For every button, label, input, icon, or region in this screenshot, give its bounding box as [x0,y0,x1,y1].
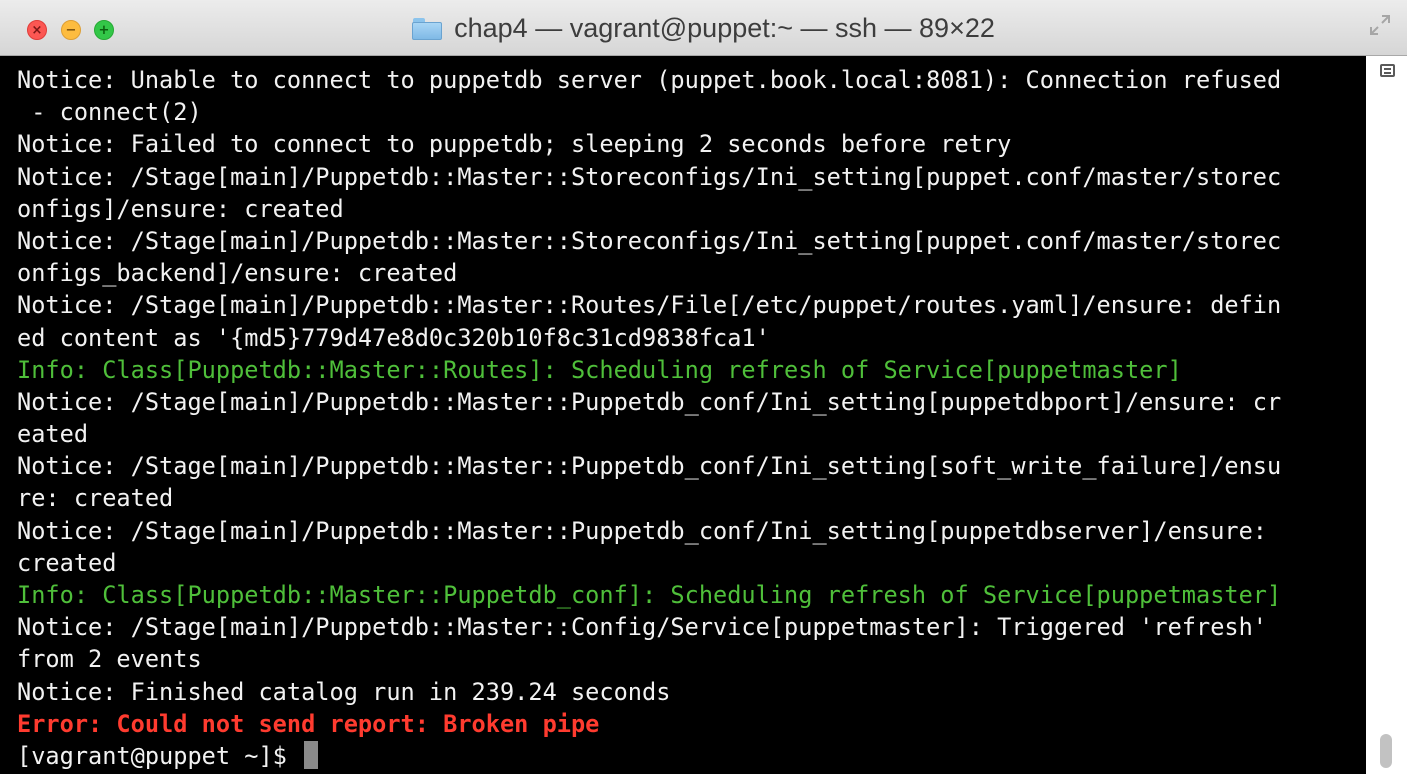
info-line: Info: Class[Puppetdb::Master::Routes]: S… [17,355,1182,384]
shell-prompt: [vagrant@puppet ~]$ [17,741,302,770]
notice-line: eated [17,420,89,449]
notice-line: Notice: Finished catalog run in 239.24 s… [17,677,671,706]
notice-line: onfigs]/ensure: created [17,194,344,223]
notice-line: Notice: /Stage[main]/Puppetdb::Master::C… [17,613,1268,642]
folder-icon [412,18,443,40]
notice-line: Notice: /Stage[main]/Puppetdb::Master::P… [17,516,1268,545]
text-cursor [304,740,319,769]
terminal-output[interactable]: Notice: Unable to connect to puppetdb se… [0,56,1366,774]
notice-line: from 2 events [17,645,202,674]
notice-line: re: created [17,484,174,513]
notice-line: Notice: /Stage[main]/Puppetdb::Master::S… [17,226,1282,255]
prompt-line[interactable]: [vagrant@puppet ~]$ [17,740,1366,772]
notice-line: Notice: /Stage[main]/Puppetdb::Master::S… [17,162,1282,191]
title-bar[interactable]: × − + chap4 — vagrant@puppet:~ — ssh — 8… [0,0,1407,56]
error-line: Error: Could not send report: Broken pip… [17,709,600,738]
fullscreen-arrows-icon[interactable] [1369,14,1391,36]
terminal-window: × − + chap4 — vagrant@puppet:~ — ssh — 8… [0,0,1407,774]
info-line: Info: Class[Puppetdb::Master::Puppetdb_c… [17,581,1282,609]
window-title: chap4 — vagrant@puppet:~ — ssh — 89×22 [454,12,995,43]
notice-line: Notice: /Stage[main]/Puppetdb::Master::R… [17,291,1282,320]
notice-line: onfigs_backend]/ensure: created [17,259,458,288]
notice-line: Notice: /Stage[main]/Puppetdb::Master::P… [17,452,1282,481]
window-title-group: chap4 — vagrant@puppet:~ — ssh — 89×22 [0,0,1407,56]
scrollbar[interactable] [1366,56,1407,774]
notice-line: created [17,548,117,577]
scrollbar-thumb[interactable] [1380,734,1392,768]
scrollback-list-icon[interactable] [1380,64,1395,77]
notice-line: Notice: /Stage[main]/Puppetdb::Master::P… [17,387,1282,416]
notice-line: ed content as '{md5}779d47e8d0c320b10f8c… [17,323,770,352]
notice-line: Notice: Unable to connect to puppetdb se… [17,66,1282,94]
notice-line: - connect(2) [17,98,202,127]
notice-line: Notice: Failed to connect to puppetdb; s… [17,130,1012,159]
